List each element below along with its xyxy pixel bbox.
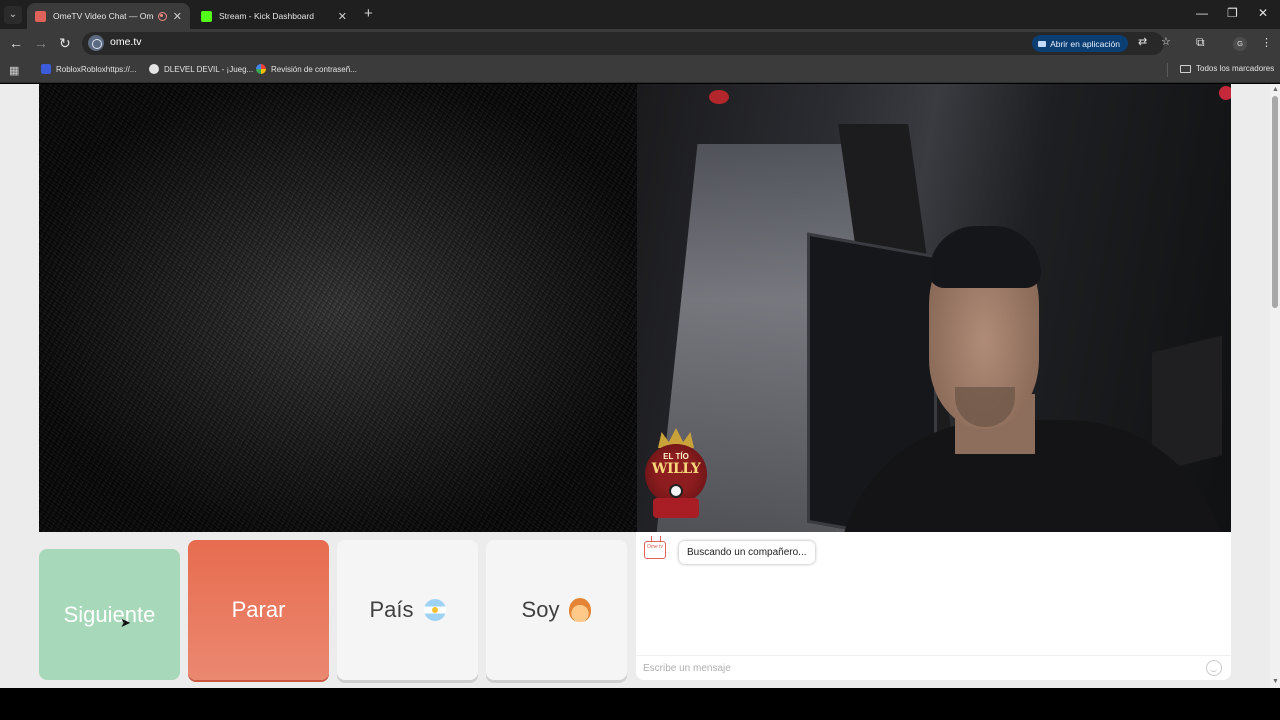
- tab-search-button[interactable]: ⌄: [4, 6, 22, 24]
- tab-kick-dashboard[interactable]: Stream - Kick Dashboard ✕: [193, 3, 355, 29]
- stop-button[interactable]: Parar: [188, 540, 329, 680]
- open-in-app-button[interactable]: Abrir en aplicación: [1032, 35, 1128, 52]
- scrollbar[interactable]: ▲ ▼: [1270, 84, 1280, 688]
- recording-icon: [157, 11, 167, 21]
- scroll-up-icon[interactable]: ▲: [1272, 86, 1279, 93]
- level-devil-icon: [149, 64, 159, 74]
- el-tio-willy-logo: EL TÍO WILLY: [643, 428, 709, 522]
- gender-label: Soy: [521, 597, 560, 622]
- emoji-icon[interactable]: [1206, 660, 1222, 676]
- profile-avatar[interactable]: G: [1233, 37, 1247, 51]
- new-tab-icon[interactable]: +: [364, 5, 373, 22]
- url-text: ome.tv: [110, 36, 142, 48]
- ometv-tv-icon: Ome tv: [644, 541, 666, 559]
- bookmark-level-devil[interactable]: DLEVEL DEVIL - ¡Jueg...: [149, 64, 253, 74]
- chat-panel: Ome tv Buscando un compañero...: [636, 532, 1231, 680]
- mouse-cursor-icon: ➤: [120, 615, 131, 630]
- bookmark-star-icon[interactable]: ☆: [1161, 35, 1171, 48]
- back-icon[interactable]: ←: [9, 35, 23, 51]
- chat-input-bar: [636, 655, 1231, 679]
- all-bookmarks-button[interactable]: Todos los marcadores: [1180, 64, 1274, 73]
- message-input[interactable]: [643, 660, 1183, 676]
- extensions-icon[interactable]: ⧉: [1196, 35, 1205, 50]
- soccer-ball-icon: [669, 484, 683, 498]
- close-tab-icon[interactable]: ✕: [338, 10, 347, 23]
- red-light: [709, 90, 729, 104]
- tab-title: OmeTV Video Chat — Omegl: [53, 11, 154, 21]
- browser-toolbar: ← → ↻ ome.tv Abrir en aplicación ⇄ ☆ ⧉ G…: [0, 29, 1280, 58]
- apps-grid-icon[interactable]: ▦: [9, 64, 19, 77]
- bookmark-password-check[interactable]: Revisión de contraseñ...: [256, 64, 357, 74]
- scroll-thumb[interactable]: [1272, 96, 1278, 308]
- bookmarks-separator: [1167, 63, 1168, 77]
- dice-icon: [653, 498, 699, 518]
- stranger-video-static: [39, 84, 637, 532]
- tab-bar: ⌄ OmeTV Video Chat — Omegl ✕ Stream - Ki…: [0, 0, 1280, 29]
- google-icon: [256, 64, 266, 74]
- status-message: Buscando un compañero...: [679, 541, 815, 564]
- restore-icon[interactable]: ❐: [1227, 6, 1238, 20]
- boy-face-icon: [569, 598, 592, 622]
- stop-label: Parar: [231, 597, 286, 622]
- reload-icon[interactable]: ↻: [59, 35, 71, 52]
- kick-favicon-icon: [201, 10, 212, 22]
- bookmark-label: Revisión de contraseñ...: [271, 64, 357, 74]
- scroll-down-icon[interactable]: ▼: [1272, 678, 1279, 685]
- minimize-icon[interactable]: —: [1196, 6, 1208, 20]
- folder-icon: [1180, 64, 1191, 73]
- translate-icon[interactable]: ⇄: [1138, 35, 1147, 48]
- ometv-favicon-icon: [35, 10, 46, 22]
- bookmark-roblox[interactable]: RobloxRobloxhttps://...: [41, 64, 136, 74]
- tab-ometv[interactable]: OmeTV Video Chat — Omegl ✕: [27, 3, 190, 29]
- roblox-icon: [41, 64, 51, 74]
- bookmarks-bar: ▦ RobloxRobloxhttps://... DLEVEL DEVIL -…: [0, 58, 1280, 83]
- country-label: País: [369, 597, 414, 622]
- tab-title: Stream - Kick Dashboard: [219, 11, 314, 21]
- taskbar-area: [0, 688, 1280, 720]
- bookmark-label: DLEVEL DEVIL - ¡Jueg...: [164, 64, 254, 74]
- next-label: Siguiente: [63, 601, 156, 627]
- site-info-icon[interactable]: [88, 35, 104, 51]
- own-camera-video: [637, 84, 1231, 532]
- close-window-icon[interactable]: ✕: [1258, 6, 1268, 20]
- menu-icon[interactable]: ⋮: [1261, 36, 1272, 49]
- forward-icon[interactable]: →: [34, 35, 48, 51]
- logo-text-top: EL TÍO: [663, 452, 689, 461]
- next-button[interactable]: Siguiente: [39, 549, 180, 680]
- close-tab-icon[interactable]: ✕: [173, 10, 182, 23]
- red-light: [1219, 86, 1231, 100]
- app-icon: [1038, 40, 1047, 47]
- bookmark-label: RobloxRobloxhttps://...: [56, 64, 137, 74]
- gender-button[interactable]: Soy: [486, 540, 627, 680]
- logo-text-main: WILLY: [651, 461, 701, 477]
- address-bar[interactable]: ome.tv Abrir en aplicación ⇄ ☆: [82, 32, 1171, 55]
- country-button[interactable]: País: [337, 540, 478, 680]
- all-bookmarks-label: Todos los marcadores: [1196, 64, 1275, 73]
- argentina-flag-icon: [423, 599, 446, 621]
- open-in-app-label: Abrir en aplicación: [1050, 38, 1120, 49]
- person-hair: [929, 226, 1041, 288]
